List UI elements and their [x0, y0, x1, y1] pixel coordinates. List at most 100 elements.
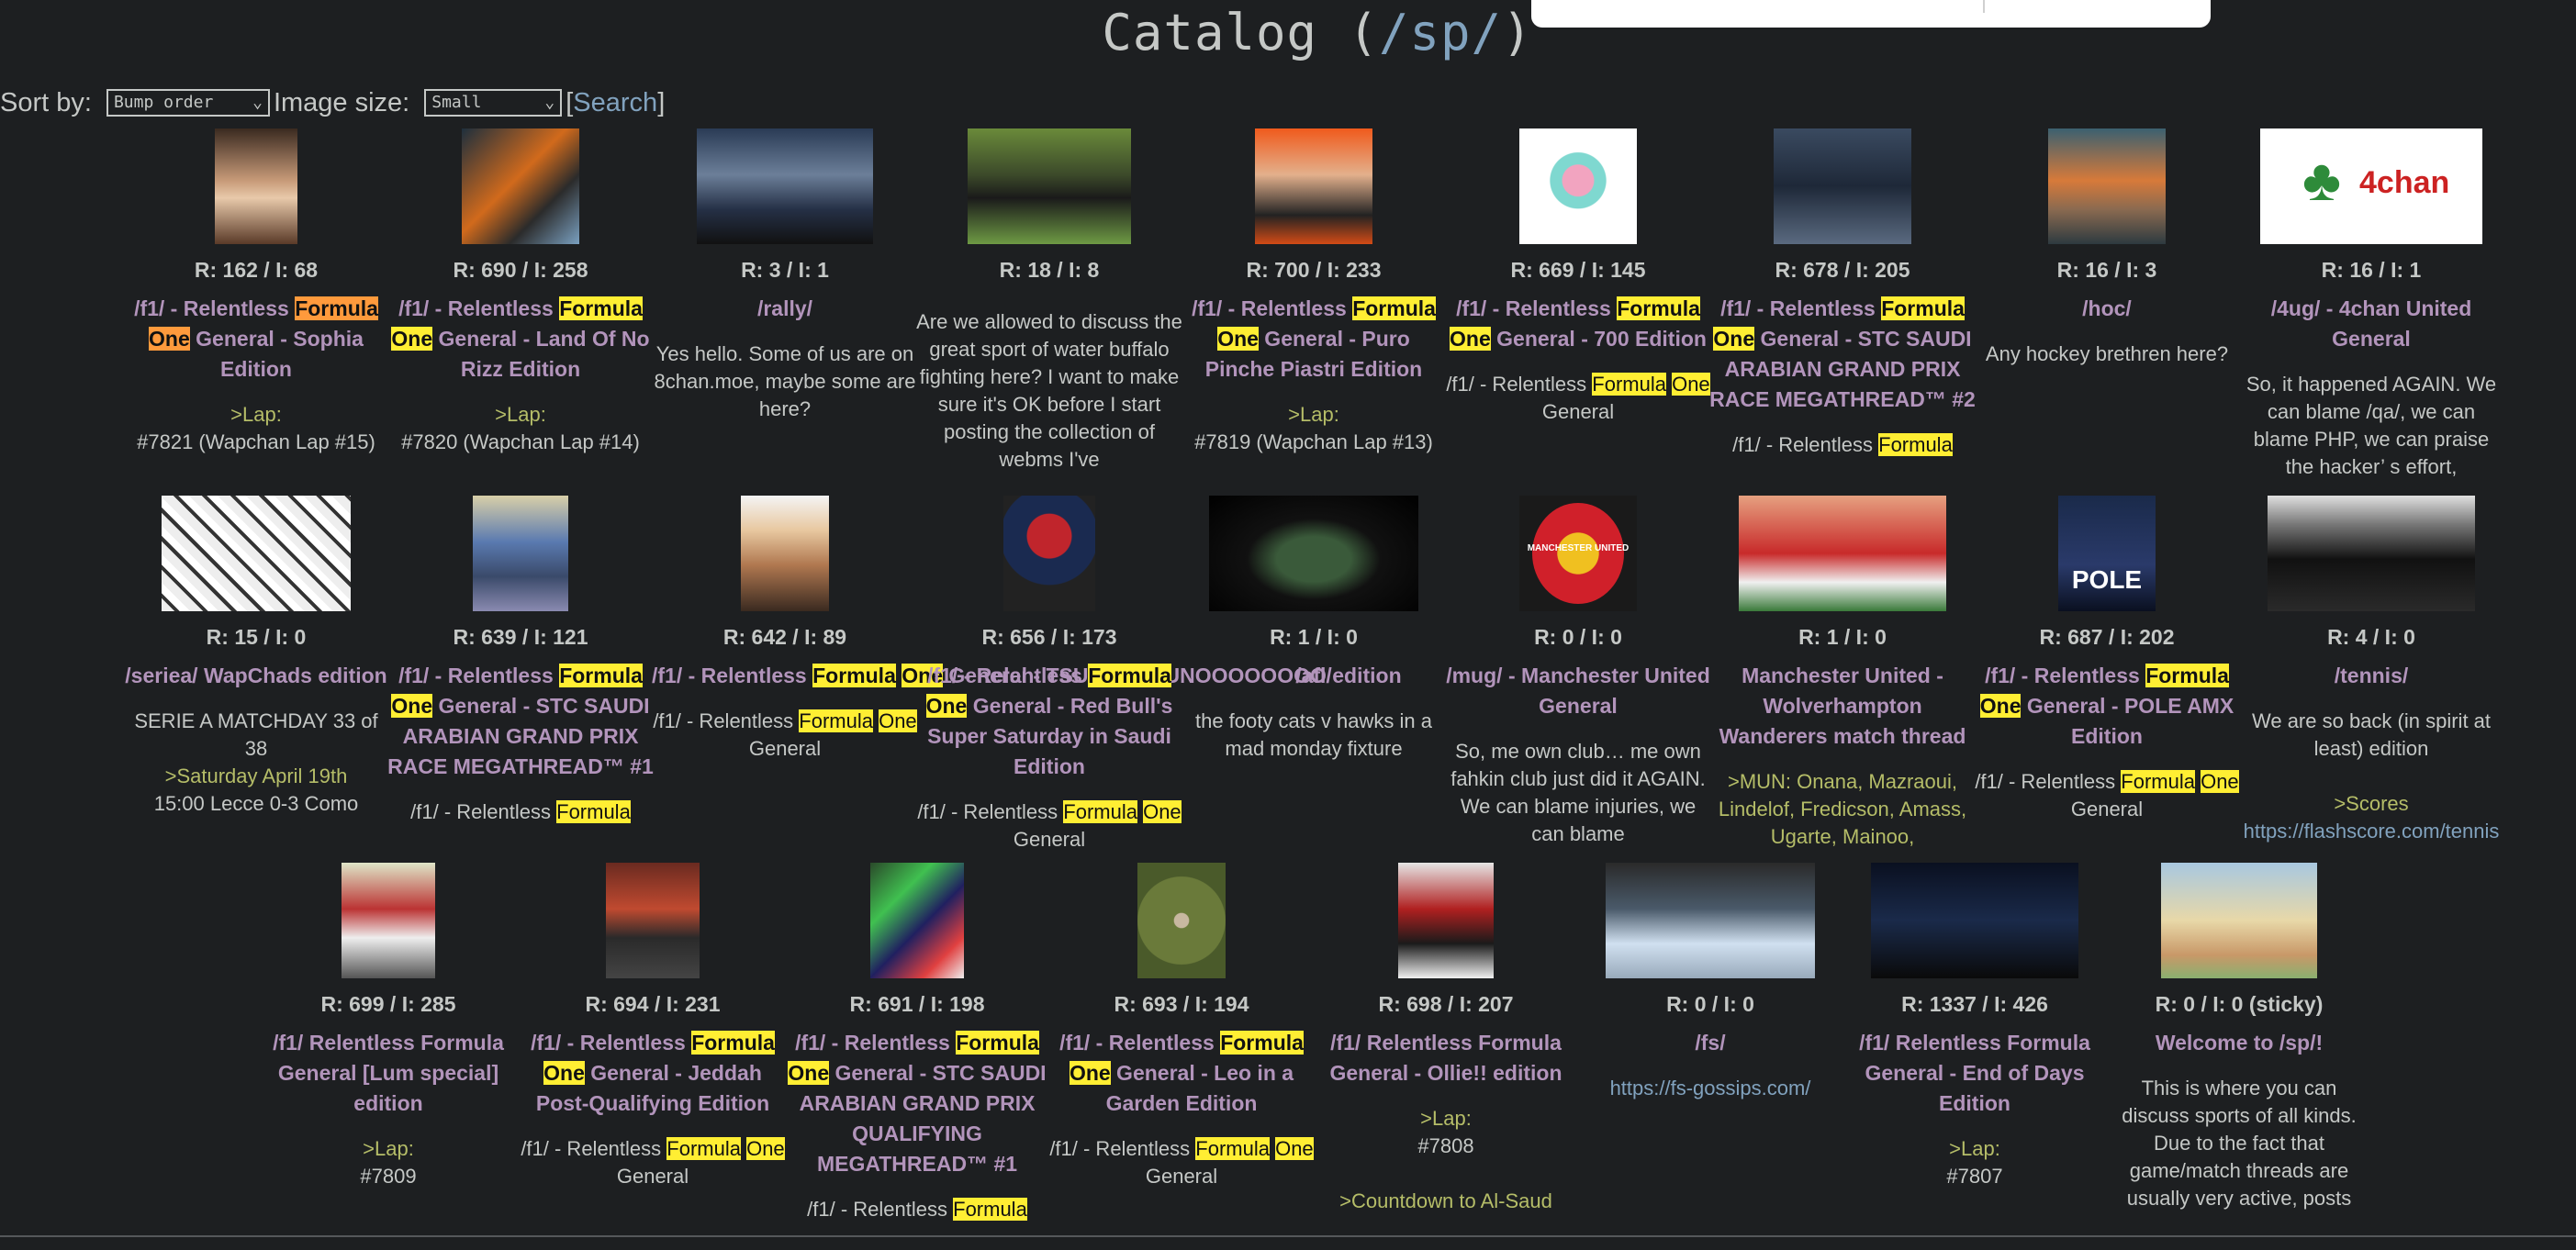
reply-stats: R: 700 / I: 233: [1246, 258, 1382, 282]
thread-thumbnail[interactable]: [1739, 496, 1946, 611]
top-search-box[interactable]: [1531, 0, 2211, 28]
thread-card[interactable]: R: 1337 / I: 426 /f1/ Relentless Formula…: [1842, 863, 2108, 1190]
thread-thumbnail[interactable]: [1519, 128, 1637, 244]
reply-stats: R: 699 / I: 285: [320, 992, 456, 1016]
thread-subject: Welcome to /sp/!: [2155, 1031, 2324, 1055]
thread-card[interactable]: R: 639 / I: 121 /f1/ - Relentless Formul…: [387, 496, 654, 826]
reply-stats: R: 4 / I: 0: [2327, 625, 2415, 649]
thread-subject: /f1/ - Relentless Formula One General - …: [391, 296, 650, 381]
crest-text: MANCHESTER UNITED: [1527, 543, 1630, 553]
thread-thumbnail[interactable]: [1606, 863, 1815, 978]
thread-thumbnail[interactable]: [2161, 863, 2317, 978]
thread-thumbnail[interactable]: [697, 128, 873, 244]
thread-teaser: /rally/ Yes hello. Some of us are on 8ch…: [654, 296, 916, 420]
thread-card[interactable]: R: 690 / I: 258 /f1/ - Relentless Formul…: [387, 128, 654, 456]
thread-teaser: /seriea/ WapChads edition SERIE A MATCHD…: [125, 664, 387, 815]
thread-teaser: /f1/ - Relentless Formula One General - …: [1049, 1031, 1314, 1188]
thread-thumbnail[interactable]: MANCHESTER UNITED: [1519, 496, 1637, 611]
thread-thumbnail[interactable]: [473, 496, 568, 611]
thread-teaser: /f1/ - Relentless Formula One General - …: [1446, 296, 1710, 423]
thread-thumbnail[interactable]: [215, 128, 297, 244]
thread-thumbnail[interactable]: [1209, 496, 1418, 611]
thread-card[interactable]: ♣ 4chan R: 16 / I: 1 /4ug/ - 4chan Unite…: [2238, 128, 2504, 481]
thread-card[interactable]: R: 3 / I: 1 /rally/ Yes hello. Some of u…: [652, 128, 918, 423]
thread-thumbnail[interactable]: POLE: [2058, 496, 2156, 611]
thread-thumbnail[interactable]: [1137, 863, 1226, 978]
thread-subject: /f1/ - Relentless Formula One General - …: [925, 664, 1173, 778]
thread-subject: /seriea/ WapChads edition: [125, 664, 387, 687]
search-link[interactable]: Search: [573, 88, 657, 118]
thread-thumbnail[interactable]: [342, 863, 435, 978]
thread-card[interactable]: R: 699 / I: 285 /f1/ Relentless Formula …: [255, 863, 521, 1190]
thread-link[interactable]: https://fs-gossips.com/: [1610, 1077, 1811, 1099]
reply-stats: R: 3 / I: 1: [741, 258, 829, 282]
thread-thumbnail[interactable]: [2048, 128, 2166, 244]
thread-teaser: /f1/ - Relentless Formula One General - …: [391, 296, 650, 453]
reply-stats: R: 1 / I: 0: [1798, 625, 1887, 649]
thread-card[interactable]: R: 4 / I: 0 /tennis/ We are so back (in …: [2238, 496, 2504, 845]
thread-card[interactable]: R: 0 / I: 0 /fs/ https://fs-gossips.com/: [1577, 863, 1843, 1102]
thread-card[interactable]: R: 642 / I: 89 /f1/ - Relentless Formula…: [652, 496, 1402, 763]
reply-stats: R: 639 / I: 121: [453, 625, 588, 649]
thread-card[interactable]: R: 693 / I: 194 /f1/ - Relentless Formul…: [1048, 863, 1315, 1190]
thread-subject: /mug/ - Manchester United General: [1446, 664, 1710, 718]
thread-subject: /f1/ - Relentless Formula One General - …: [134, 296, 378, 381]
sort-select[interactable]: Bump order ⌄: [106, 89, 270, 117]
size-select[interactable]: Small ⌄: [424, 89, 563, 117]
thread-card[interactable]: R: 691 / I: 198 /f1/ - Relentless Formul…: [784, 863, 1050, 1223]
thread-subject: /f1/ - Relentless Formula One General - …: [1450, 296, 1707, 351]
reply-stats: R: 0 / I: 0: [1666, 992, 1754, 1016]
thread-subject: /f1/ Relentless Formula General [Lum spe…: [273, 1031, 504, 1115]
thread-card[interactable]: MANCHESTER UNITED R: 0 / I: 0 /mug/ - Ma…: [1445, 496, 1711, 848]
thread-thumbnail[interactable]: [462, 128, 579, 244]
thread-card[interactable]: R: 16 / I: 3 /hoc/ Any hockey brethren h…: [1974, 128, 2240, 368]
sort-label: Sort by:: [0, 87, 92, 117]
thread-thumbnail[interactable]: [1003, 496, 1095, 611]
reply-stats: R: 162 / I: 68: [194, 258, 319, 282]
reply-stats: R: 691 / I: 198: [849, 992, 985, 1016]
thread-thumbnail[interactable]: [1398, 863, 1494, 978]
thread-thumbnail[interactable]: ♣ 4chan: [2260, 128, 2482, 244]
reply-stats: R: 678 / I: 205: [1775, 258, 1910, 282]
reply-stats: R: 16 / I: 3: [2056, 258, 2157, 282]
reply-stats: R: 656 / I: 173: [981, 625, 1117, 649]
thread-card[interactable]: R: 15 / I: 0 /seriea/ WapChads edition S…: [123, 496, 389, 818]
thread-teaser: Welcome to /sp/! This is where you can d…: [2122, 1031, 2357, 1210]
thread-card[interactable]: R: 678 / I: 205 /f1/ - Relentless Formul…: [1709, 128, 1976, 459]
thread-teaser: /f1/ Relentless Formula General - Ollie!…: [1329, 1031, 1562, 1212]
thread-card[interactable]: R: 656 / I: 173 /f1/ - Relentless Formul…: [916, 496, 1182, 854]
thread-card[interactable]: R: 694 / I: 231 /f1/ - Relentless Formul…: [520, 863, 786, 1190]
thread-thumbnail[interactable]: [1255, 128, 1372, 244]
thread-teaser: /f1/ - Relentless Formula One General - …: [652, 664, 1402, 760]
thread-subject: /f1/ - Relentless Formula One General - …: [1979, 664, 2234, 748]
thread-teaser: /afl/ the footy cats v hawks in a mad mo…: [1194, 664, 1433, 760]
thread-teaser: /f1/ - Relentless Formula One General - …: [387, 664, 654, 823]
thread-thumbnail[interactable]: [606, 863, 700, 978]
thread-thumbnail[interactable]: [162, 496, 351, 611]
thread-thumbnail[interactable]: [1774, 128, 1911, 244]
thread-card[interactable]: POLE R: 687 / I: 202 /f1/ - Relentless F…: [1974, 496, 2240, 823]
thread-card[interactable]: R: 162 / I: 68 /f1/ - Relentless Formula…: [123, 128, 389, 456]
thread-subject: /f1/ Relentless Formula General - Ollie!…: [1329, 1031, 1562, 1085]
thread-teaser: /f1/ - Relentless Formula One General - …: [788, 1031, 1047, 1221]
catalog-controls: Sort by: Bump order ⌄ Image size: Small ⌄ …: [0, 87, 666, 118]
thread-card[interactable]: R: 1 / I: 0 Manchester United - Wolverha…: [1709, 496, 1976, 851]
thread-card[interactable]: R: 700 / I: 233 /f1/ - Relentless Formul…: [1181, 128, 1447, 456]
thread-thumbnail[interactable]: [2268, 496, 2475, 611]
thread-thumbnail[interactable]: [968, 128, 1131, 244]
thread-card[interactable]: R: 18 / I: 8 Are we allowed to discuss t…: [916, 128, 1182, 474]
thread-subject: /fs/: [1695, 1031, 1726, 1055]
thread-card[interactable]: R: 0 / I: 0 (sticky) Welcome to /sp/! Th…: [2106, 863, 2372, 1212]
thread-thumbnail[interactable]: [741, 496, 829, 611]
thread-card[interactable]: R: 669 / I: 145 /f1/ - Relentless Formul…: [1445, 128, 1711, 426]
thread-teaser: Are we allowed to discuss the great spor…: [916, 310, 1182, 471]
thread-link[interactable]: https://flashscore.com/tennis: [2244, 820, 2500, 843]
thread-subject: Manchester United - Wolverhampton Wander…: [1719, 664, 1966, 748]
thread-card[interactable]: R: 698 / I: 207 /f1/ Relentless Formula …: [1313, 863, 1579, 1215]
thread-subject: /f1/ - Relentless Formula One General - …: [1192, 296, 1436, 381]
thread-thumbnail[interactable]: [870, 863, 964, 978]
thread-card[interactable]: R: 1 / I: 0 /afl/ the footy cats v hawks…: [1181, 496, 1447, 763]
thread-teaser: Manchester United - Wolverhampton Wander…: [1718, 664, 1967, 848]
thread-subject: /f1/ Relentless Formula General - End of…: [1859, 1031, 2090, 1115]
thread-thumbnail[interactable]: [1871, 863, 2078, 978]
